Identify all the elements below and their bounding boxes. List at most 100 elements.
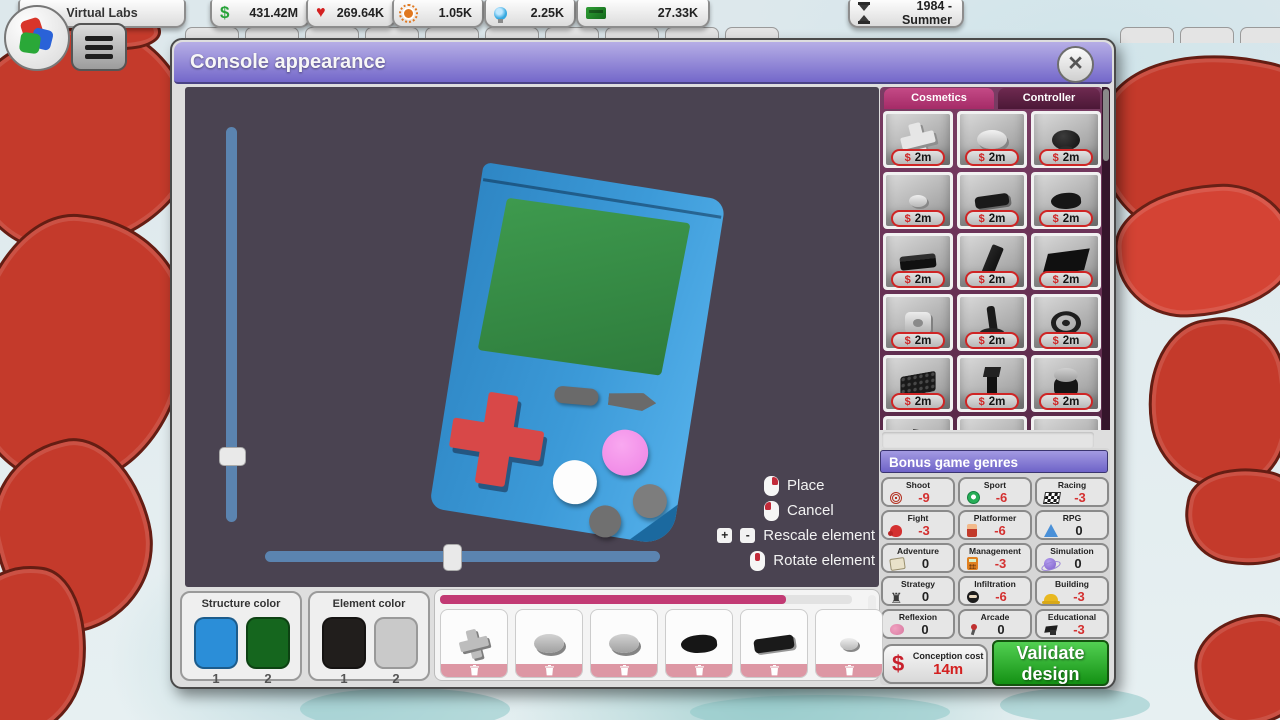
calculator-icon bbox=[967, 557, 978, 570]
structure-color-swatch-1[interactable] bbox=[194, 617, 238, 669]
structure-color-swatch-2[interactable] bbox=[246, 617, 290, 669]
part-price: 2m bbox=[915, 396, 932, 408]
vertical-zoom-slider[interactable] bbox=[226, 127, 237, 522]
legend-place-row: Place bbox=[743, 473, 875, 498]
delete-element-button[interactable] bbox=[666, 664, 732, 677]
dollar-icon: $ bbox=[1053, 274, 1059, 286]
delete-element-button[interactable] bbox=[591, 664, 657, 677]
gear-icon bbox=[402, 7, 415, 20]
window-tab-stub[interactable] bbox=[1120, 27, 1174, 43]
genre-value: -3 bbox=[902, 523, 946, 538]
part-tile[interactable]: $2m bbox=[957, 294, 1027, 351]
soccer-ball-icon bbox=[967, 491, 980, 504]
part-tile[interactable]: $2m bbox=[1031, 416, 1101, 430]
genre-value: 0 bbox=[905, 589, 946, 604]
scrollbar-thumb[interactable] bbox=[1103, 89, 1109, 161]
part-tile[interactable]: $2m bbox=[1031, 294, 1101, 351]
ideas-counter: 2.25K bbox=[484, 0, 576, 28]
part-tile[interactable]: $2m bbox=[883, 294, 953, 351]
map-water bbox=[300, 688, 510, 720]
round-button-element-icon bbox=[609, 634, 639, 653]
map-water bbox=[690, 695, 950, 720]
checkered-flag-icon bbox=[1043, 492, 1061, 504]
brain-icon bbox=[890, 624, 904, 635]
elements-scrollbar[interactable] bbox=[440, 595, 852, 604]
delete-element-button[interactable] bbox=[516, 664, 582, 677]
game-logo-button[interactable] bbox=[4, 5, 70, 71]
mouse-middle-click-icon bbox=[750, 551, 765, 571]
dialog-title: Console appearance bbox=[190, 51, 386, 73]
parts-horizontal-scrollbar[interactable] bbox=[882, 432, 1094, 448]
genre-value: 0 bbox=[1058, 523, 1100, 538]
delete-element-button[interactable] bbox=[741, 664, 807, 677]
part-tile[interactable]: $2m bbox=[957, 233, 1027, 290]
genre-value: -3 bbox=[1060, 490, 1100, 505]
part-tile[interactable]: $2m bbox=[883, 416, 953, 430]
window-tab-stub[interactable] bbox=[1240, 27, 1280, 43]
placed-element-card[interactable] bbox=[665, 609, 733, 678]
element-color-swatch-2[interactable] bbox=[374, 617, 418, 669]
placed-element-card[interactable] bbox=[440, 609, 508, 678]
part-tile[interactable]: $2m bbox=[883, 355, 953, 412]
delete-element-button[interactable] bbox=[816, 664, 882, 677]
part-tile[interactable]: $2m bbox=[883, 233, 953, 290]
minus-key-icon: - bbox=[740, 528, 755, 543]
placed-element-card[interactable] bbox=[590, 609, 658, 678]
delete-element-button[interactable] bbox=[441, 664, 507, 677]
hamburger-menu-button[interactable] bbox=[71, 23, 127, 71]
window-tab-stub[interactable] bbox=[1180, 27, 1234, 43]
validate-label-line1: Validate bbox=[994, 643, 1107, 664]
knob-part-icon bbox=[1052, 130, 1080, 150]
part-tile[interactable]: $2m bbox=[883, 111, 953, 168]
element-color-swatch-1[interactable] bbox=[322, 617, 366, 669]
part-tile[interactable]: $2m bbox=[957, 416, 1027, 430]
pink-button bbox=[599, 426, 652, 479]
heart-icon: ♥ bbox=[316, 5, 326, 21]
dollar-icon: $ bbox=[905, 213, 911, 225]
placed-elements-strip bbox=[434, 589, 880, 681]
legend-rotate-label: Rotate element bbox=[773, 552, 875, 569]
genre-value: -3 bbox=[978, 556, 1023, 571]
dollar-icon: $ bbox=[905, 152, 911, 164]
dialog-titlebar[interactable]: Console appearance bbox=[174, 42, 1112, 84]
small-button-part-icon bbox=[909, 195, 927, 207]
genre-card-adventure: Adventure0 bbox=[881, 543, 955, 573]
dollar-icon: $ bbox=[892, 651, 904, 677]
part-tile[interactable]: $2m bbox=[883, 172, 953, 229]
hamburger-bar bbox=[85, 36, 113, 41]
part-tile[interactable]: $2m bbox=[1031, 355, 1101, 412]
white-button bbox=[550, 457, 600, 507]
trash-icon bbox=[545, 665, 554, 676]
close-button[interactable]: × bbox=[1057, 46, 1094, 83]
genre-value: 0 bbox=[1056, 556, 1100, 571]
part-tile[interactable]: $2m bbox=[1031, 172, 1101, 229]
vertical-slider-handle[interactable] bbox=[219, 447, 246, 466]
placed-element-card[interactable] bbox=[815, 609, 883, 678]
part-price: 2m bbox=[1063, 274, 1080, 286]
placed-element-card[interactable] bbox=[740, 609, 808, 678]
tab-cosmetics[interactable]: Cosmetics bbox=[884, 88, 994, 109]
plus-key-icon: + bbox=[717, 528, 732, 543]
dollar-icon: $ bbox=[905, 396, 911, 408]
validate-design-button[interactable]: Validate design bbox=[992, 640, 1109, 686]
elements-scrollbar-fill bbox=[440, 595, 786, 604]
dpad-element-icon bbox=[456, 626, 491, 661]
chess-rook-icon bbox=[890, 590, 905, 604]
console-preview-canvas[interactable]: Place Cancel + - Rescale element Rotate … bbox=[185, 87, 879, 587]
tab-controller[interactable]: Controller bbox=[998, 88, 1100, 109]
console-3d-model[interactable] bbox=[415, 167, 755, 562]
genre-value: -6 bbox=[979, 589, 1023, 604]
part-price: 2m bbox=[915, 152, 932, 164]
part-tile[interactable]: $2m bbox=[957, 111, 1027, 168]
ideas-value: 2.25K bbox=[507, 6, 574, 20]
part-tile[interactable]: $2m bbox=[1031, 233, 1101, 290]
part-tile[interactable]: $2m bbox=[957, 355, 1027, 412]
consoles-value: 27.33K bbox=[606, 6, 708, 20]
planet-icon bbox=[1044, 558, 1056, 570]
parts-vertical-scrollbar[interactable] bbox=[1102, 87, 1110, 430]
part-tile[interactable]: $2m bbox=[1031, 111, 1101, 168]
genre-card-shoot: Shoot-9 bbox=[881, 477, 955, 507]
part-tile[interactable]: $2m bbox=[957, 172, 1027, 229]
mouse-left-click-icon bbox=[764, 501, 779, 521]
placed-element-card[interactable] bbox=[515, 609, 583, 678]
